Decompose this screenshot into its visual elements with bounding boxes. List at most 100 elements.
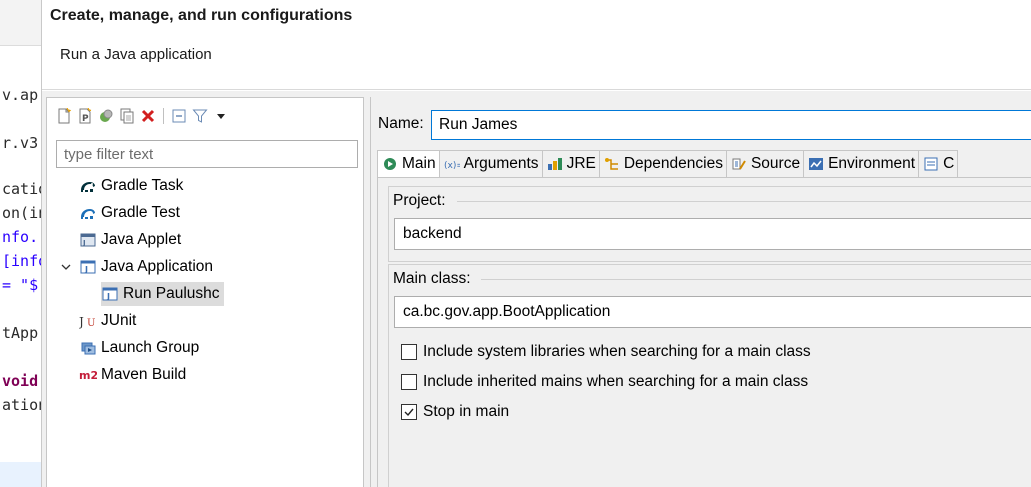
group-divider <box>481 279 1031 280</box>
chevron-down-icon[interactable] <box>59 263 73 271</box>
java-application-icon: J <box>79 258 97 276</box>
project-group: Project: <box>388 186 1031 262</box>
tab-arguments[interactable]: (x)= Arguments <box>439 150 543 178</box>
tab-source[interactable]: Source <box>726 150 805 178</box>
collapse-all-icon[interactable] <box>170 107 188 125</box>
include-system-libraries-option[interactable]: Include system libraries when searching … <box>401 341 811 363</box>
tree-item-junit[interactable]: JU JUnit <box>79 309 136 333</box>
tab-environment[interactable]: Environment <box>804 150 920 178</box>
tree-item-launch-group[interactable]: Launch Group <box>79 336 199 360</box>
delete-icon[interactable] <box>139 107 157 125</box>
tab-jre[interactable]: JRE <box>542 150 600 178</box>
gradle-test-icon <box>79 204 97 222</box>
group-divider <box>457 201 1031 202</box>
tab-dependencies[interactable]: Dependencies <box>599 150 727 178</box>
view-menu-icon[interactable] <box>212 107 230 125</box>
tree-item-gradle-test[interactable]: Gradle Test <box>79 201 180 225</box>
main-class-group: Main class: Include system libraries whe… <box>388 264 1031 487</box>
new-prototype-icon[interactable]: P <box>76 107 94 125</box>
tree-item-label: Maven Build <box>101 366 187 383</box>
tab-label: Dependencies <box>623 155 723 172</box>
svg-text:J: J <box>106 292 110 301</box>
code-line: nfo. <box>2 228 39 246</box>
tab-label: Arguments <box>463 155 539 172</box>
tree-item-label: Java Applet <box>101 231 182 248</box>
svg-text:(x)=: (x)= <box>444 161 460 171</box>
include-inherited-mains-checkbox[interactable] <box>401 374 417 390</box>
option-label: Include inherited mains when searching f… <box>423 373 809 390</box>
tree-item-label: Run Paulushc <box>123 285 220 302</box>
svg-text:J: J <box>84 265 88 274</box>
configuration-tree-panel: P type filter text Gradle Task Gradle Te… <box>46 97 364 487</box>
common-icon <box>923 156 939 172</box>
dialog-subtitle: Run a Java application <box>60 46 212 63</box>
tab-label: C <box>943 155 955 172</box>
tab-common[interactable]: C <box>919 150 959 178</box>
tree-item-gradle-task[interactable]: Gradle Task <box>79 174 183 198</box>
main-class-label: Main class: <box>393 270 471 287</box>
checkmark-icon <box>404 408 414 417</box>
tree-item-maven-build[interactable]: m2 Maven Build <box>79 363 186 387</box>
include-system-libraries-checkbox[interactable] <box>401 344 417 360</box>
jre-icon <box>547 156 563 172</box>
tree-item-label: JUnit <box>101 312 137 329</box>
tab-label: Environment <box>828 155 916 172</box>
option-label: Stop in main <box>423 403 510 420</box>
run-configurations-dialog: Create, manage, and run configurations R… <box>42 0 1031 487</box>
svg-text:J: J <box>79 315 84 329</box>
svg-text:m2: m2 <box>79 369 97 382</box>
svg-text:J: J <box>82 239 86 247</box>
code-line: ation <box>2 396 41 414</box>
junit-icon: JU <box>79 312 97 330</box>
main-class-field[interactable] <box>394 296 1031 328</box>
code-line: [info <box>2 252 41 270</box>
code-line: r.v3 <box>2 134 39 152</box>
gradle-task-icon <box>79 177 97 195</box>
tab-label: Source <box>750 155 801 172</box>
include-inherited-mains-option[interactable]: Include inherited mains when searching f… <box>401 371 808 393</box>
tree-item-java-application[interactable]: J Java Application <box>59 255 213 279</box>
code-line: = "$ <box>2 276 39 294</box>
tree-item-run-paulushc[interactable]: J Run Paulushc <box>101 282 224 306</box>
configuration-editor-panel: Name: Main (x)= Arguments <box>370 97 1031 487</box>
project-field[interactable] <box>394 218 1031 250</box>
project-label: Project: <box>393 192 446 209</box>
tab-label: Main <box>402 155 436 172</box>
environment-icon <box>808 156 824 172</box>
maven-icon: m2 <box>79 366 97 384</box>
name-input[interactable] <box>431 110 1031 140</box>
filter-input[interactable] <box>56 140 358 168</box>
tab-main[interactable]: Main <box>377 150 440 178</box>
dialog-header: Create, manage, and run configurations R… <box>42 0 1031 90</box>
editor-tab-strip <box>0 0 41 46</box>
arguments-icon: (x)= <box>444 156 460 172</box>
stop-in-main-checkbox[interactable] <box>401 404 417 420</box>
code-line: on(in <box>2 204 41 222</box>
option-label: Include system libraries when searching … <box>423 343 811 360</box>
configuration-tabs: Main (x)= Arguments JRE <box>377 150 959 178</box>
new-configuration-icon[interactable] <box>55 107 73 125</box>
stop-in-main-option[interactable]: Stop in main <box>401 401 509 423</box>
java-applet-icon: J <box>79 231 97 249</box>
svg-text:U: U <box>87 318 95 329</box>
code-line: v.ap <box>2 86 39 104</box>
main-tab-icon <box>382 156 398 172</box>
code-line: catio <box>2 180 41 198</box>
current-line-highlight <box>0 462 41 487</box>
toolbar-separator <box>163 108 164 124</box>
tab-label: JRE <box>566 155 596 172</box>
code-line: tApp. <box>2 324 41 342</box>
run-config-icon: J <box>101 285 119 303</box>
source-icon <box>731 156 747 172</box>
dependencies-icon <box>604 156 620 172</box>
tree-item-label: Gradle Task <box>101 177 184 194</box>
tree-item-label: Launch Group <box>101 339 200 356</box>
dialog-title: Create, manage, and run configurations <box>50 7 353 24</box>
tree-item-java-applet[interactable]: J Java Applet <box>79 228 181 252</box>
duplicate-icon[interactable] <box>118 107 136 125</box>
launch-group-icon <box>79 339 97 357</box>
export-icon[interactable] <box>97 107 115 125</box>
svg-text:P: P <box>82 114 89 124</box>
main-tab-content: Project: Main class: Include system libr… <box>377 177 1031 487</box>
filter-icon[interactable] <box>191 107 209 125</box>
